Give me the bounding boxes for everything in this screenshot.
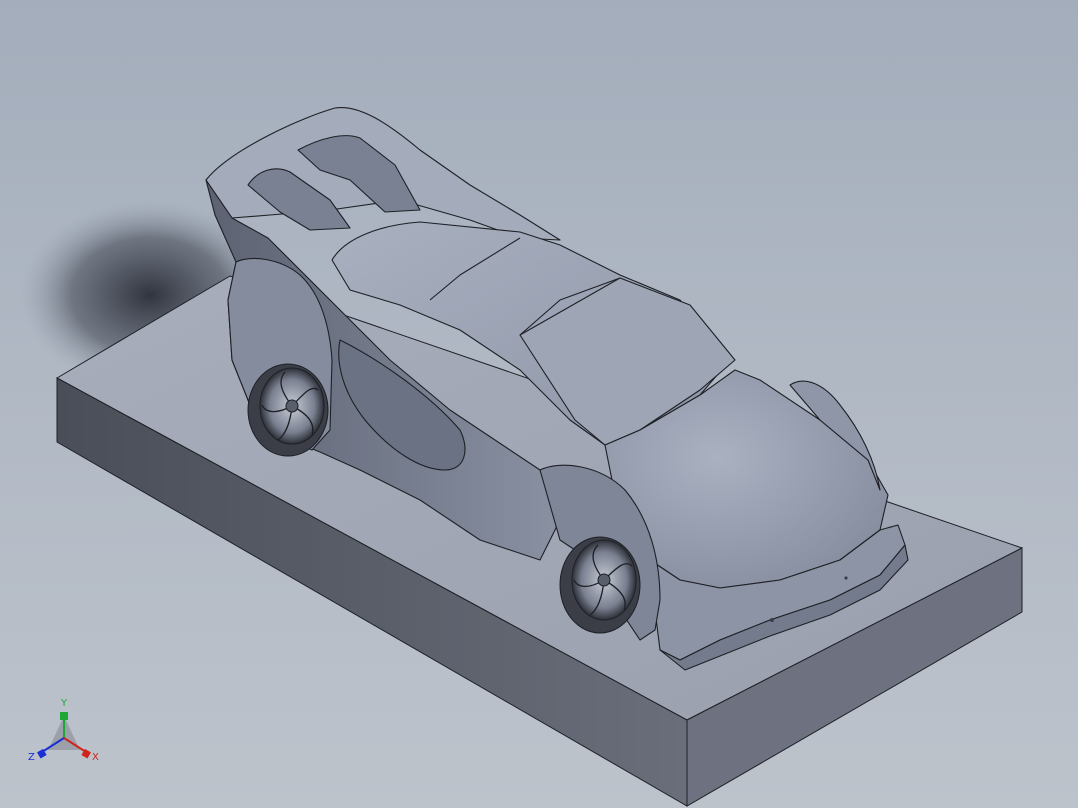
base-detail-dot xyxy=(770,618,774,622)
triad-y-handle xyxy=(60,712,68,720)
front-wheel[interactable] xyxy=(559,536,641,634)
graphics-viewport[interactable]: Y X Z xyxy=(0,0,1078,808)
rear-wheel[interactable] xyxy=(247,363,329,457)
orientation-triad[interactable]: Y X Z xyxy=(24,694,104,768)
triad-x-label: X xyxy=(92,752,99,763)
car-model-3d-view[interactable] xyxy=(0,0,1078,808)
triad-y-label: Y xyxy=(60,698,68,709)
base-detail-dot xyxy=(844,576,848,580)
triad-z-label: Z xyxy=(28,752,35,763)
